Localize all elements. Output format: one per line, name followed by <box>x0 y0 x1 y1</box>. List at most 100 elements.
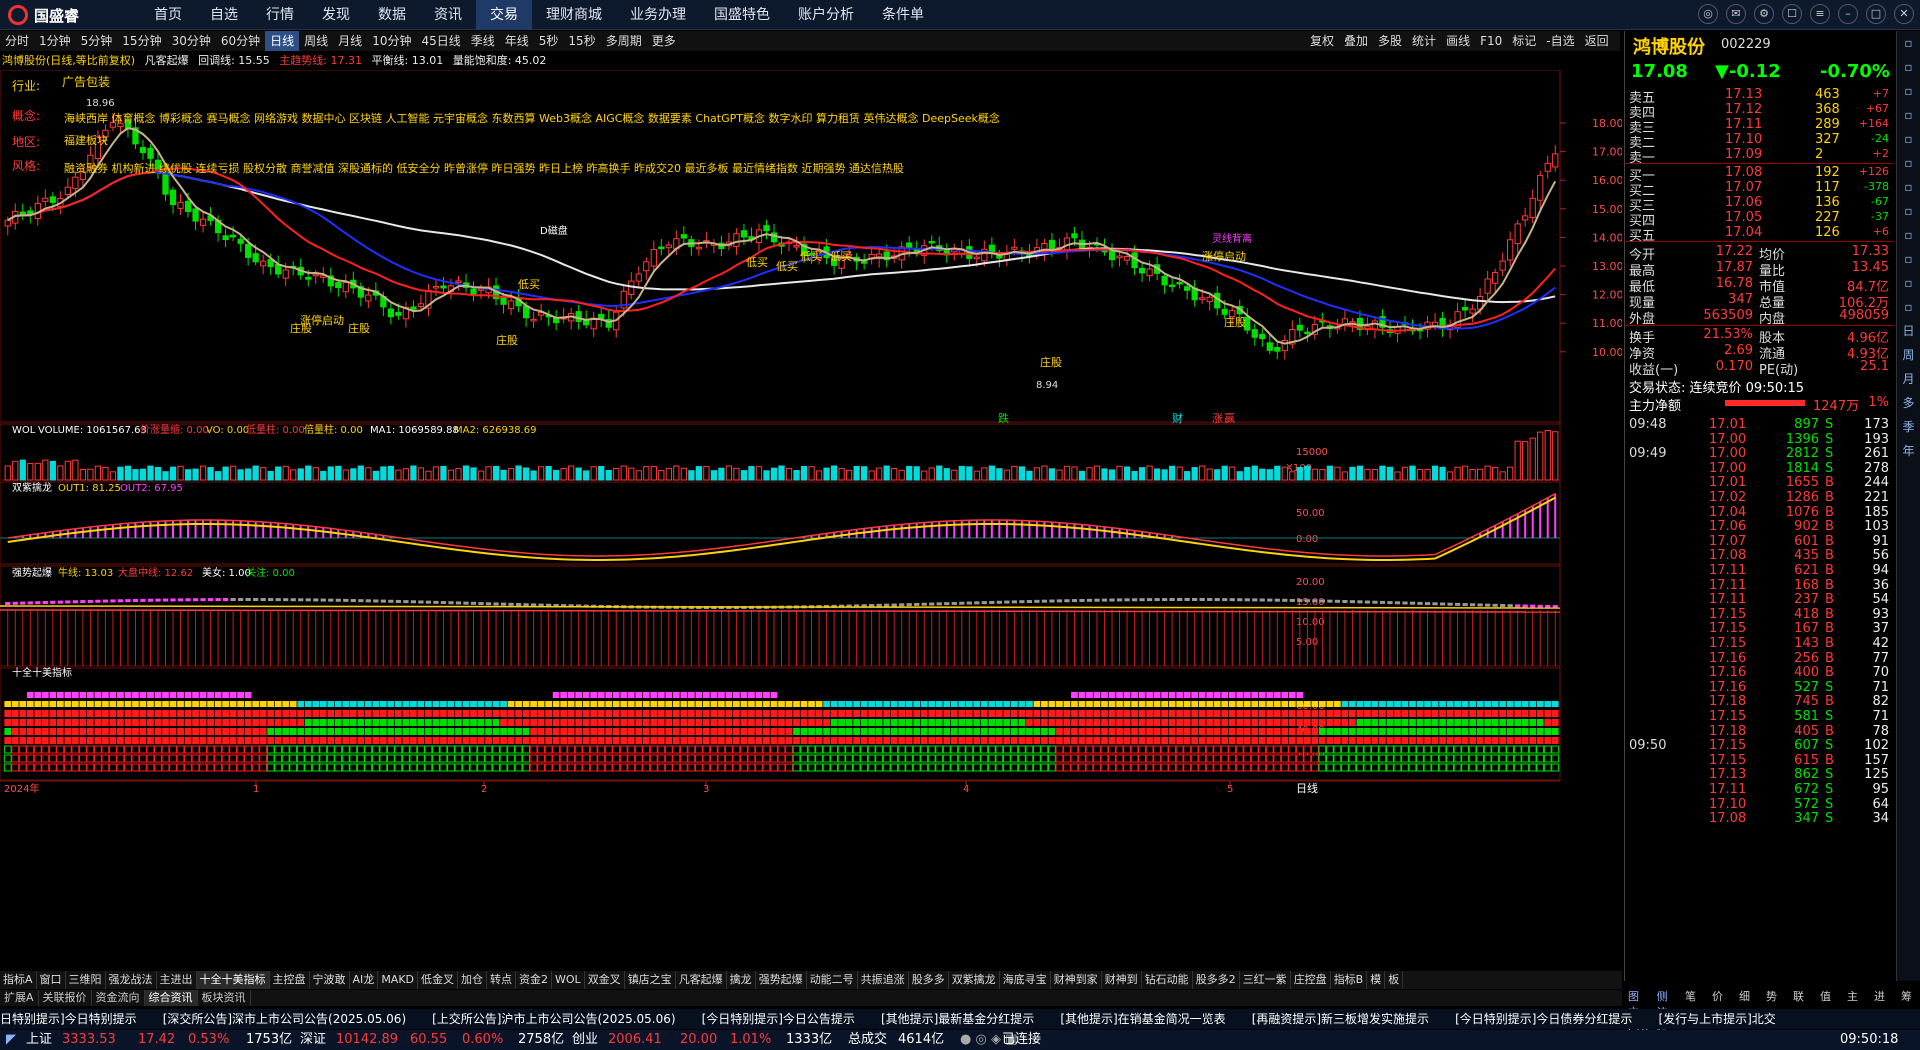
indicator-tab[interactable]: 海底寻宝 <box>1000 971 1051 989</box>
news-item[interactable]: [再融资提示]新三板增发实施提示 <box>1252 1012 1429 1026</box>
period-tab[interactable]: 5秒 <box>534 31 564 51</box>
news-item[interactable]: 日特别提示]今日特别提示 <box>0 1012 137 1026</box>
mail-icon[interactable]: ✉ <box>1726 4 1746 24</box>
period-shortcut[interactable]: 季 <box>1897 415 1920 439</box>
sidebar-tool-icon[interactable]: ▫ <box>1897 199 1920 223</box>
news-item[interactable]: [今日特别提示]今日债券分红提示 <box>1455 1012 1632 1026</box>
sidebar-tool-icon[interactable]: ▫ <box>1897 31 1920 55</box>
toolbar-item[interactable]: 标记 <box>1507 31 1541 51</box>
nav-item[interactable]: 数据 <box>364 0 420 30</box>
indicator-tab[interactable]: 三维阳 <box>66 971 106 989</box>
toolbar-item[interactable]: F10 <box>1475 31 1507 51</box>
info-tab[interactable]: 综合资讯 <box>144 990 198 1006</box>
indicator-tab[interactable]: 财神到 <box>1102 971 1142 989</box>
period-tab[interactable]: 30分钟 <box>167 31 216 51</box>
period-tab[interactable]: 年线 <box>500 31 534 51</box>
period-tab[interactable]: 15秒 <box>563 31 600 51</box>
indicator-tab[interactable]: 双紫擒龙 <box>949 971 1000 989</box>
period-shortcut[interactable]: 日 <box>1897 319 1920 343</box>
indicator-tab[interactable]: 十全十美指标 <box>196 971 270 989</box>
period-tab[interactable]: 5分钟 <box>76 31 118 51</box>
sidebar-tool-icon[interactable]: ▫ <box>1897 79 1920 103</box>
news-ticker[interactable]: 日特别提示]今日特别提示 [深交所公告]深市上市公司公告(2025.05.06) [… <box>0 1009 1920 1029</box>
indicator-tab[interactable]: 指标A <box>0 971 37 989</box>
nav-item[interactable]: 国盛特色 <box>700 0 784 30</box>
info-tab[interactable]: 资金流向 <box>92 990 145 1006</box>
indicator-tab[interactable]: 钻石动能 <box>1142 971 1193 989</box>
indicator-tab[interactable]: 动能二号 <box>807 971 858 989</box>
period-tab[interactable]: 60分钟 <box>216 31 265 51</box>
indicator-tab[interactable]: 庄控盘 <box>1291 971 1331 989</box>
sidebar-tool-icon[interactable]: ▫ <box>1897 295 1920 319</box>
expand-icon[interactable]: ◤ <box>6 1030 16 1050</box>
sidebar-tool-icon[interactable]: ▫ <box>1897 271 1920 295</box>
period-tab[interactable]: 分时 <box>0 31 34 51</box>
indicator-tab[interactable]: 镇店之宝 <box>625 971 676 989</box>
tick-tab[interactable]: 联 <box>1785 989 1812 1005</box>
toolbar-item[interactable]: 叠加 <box>1339 31 1373 51</box>
nav-item[interactable]: 条件单 <box>868 0 938 30</box>
info-tab[interactable]: 板块资讯 <box>198 990 251 1006</box>
indicator-tab[interactable]: 财神到家 <box>1051 971 1102 989</box>
indicator-tab[interactable]: 低金叉 <box>418 971 459 989</box>
period-tab[interactable]: 10分钟 <box>367 31 416 51</box>
tick-tab[interactable]: 笔 <box>1677 989 1704 1005</box>
indicator-tab[interactable]: 板 <box>1385 971 1404 989</box>
period-shortcut[interactable]: 周 <box>1897 343 1920 367</box>
indicator-tab[interactable]: 强龙战法 <box>106 971 157 989</box>
indicator-tab[interactable]: 股多多 <box>909 971 949 989</box>
message-icon[interactable]: ◎ <box>1698 4 1718 24</box>
toolbar-item[interactable]: 复权 <box>1305 31 1339 51</box>
indicator-tab[interactable]: 转点 <box>487 971 517 989</box>
news-item[interactable]: [深交所公告]深市上市公司公告(2025.05.06) <box>163 1012 406 1026</box>
news-item[interactable]: [其他提示]在销基金简况一览表 <box>1060 1012 1225 1026</box>
cy-index-label[interactable]: 创业 <box>572 1030 598 1050</box>
minimize-icon[interactable]: – <box>1838 4 1858 24</box>
nav-item[interactable]: 发现 <box>308 0 364 30</box>
period-shortcut[interactable]: 月 <box>1897 367 1920 391</box>
indicator-tab[interactable]: 资金2 <box>516 971 553 989</box>
period-tab[interactable]: 45日线 <box>416 31 465 51</box>
nav-item[interactable]: 账户分析 <box>784 0 868 30</box>
indicator-tab[interactable]: 股多多2 <box>1193 971 1240 989</box>
sidebar-tool-icon[interactable]: ▫ <box>1897 55 1920 79</box>
gear-icon[interactable]: ⚙ <box>1754 4 1774 24</box>
news-item[interactable]: [发行与上市提示]北交 <box>1658 1012 1775 1026</box>
tick-tab[interactable]: 细 <box>1731 989 1758 1005</box>
toolbar-item[interactable]: -自选 <box>1541 31 1579 51</box>
toolbar-item[interactable]: 多股 <box>1373 31 1407 51</box>
nav-item[interactable]: 业务办理 <box>616 0 700 30</box>
panel-link[interactable]: 图文F10 <box>1624 989 1653 1035</box>
maximize-icon[interactable]: □ <box>1866 4 1886 24</box>
period-shortcut[interactable]: 多 <box>1897 391 1920 415</box>
chart-area[interactable]: 18.00 17.00 16.00 15.00 14.00 13.00 12.00 11.00… <box>0 58 1624 960</box>
period-tab[interactable]: 更多 <box>647 31 681 51</box>
indicator-tab[interactable]: 模 <box>1367 971 1386 989</box>
tick-tab[interactable]: 主 <box>1839 989 1866 1005</box>
nav-item[interactable]: 行情 <box>252 0 308 30</box>
period-tab[interactable]: 月线 <box>333 31 367 51</box>
indicator-tab[interactable]: AI龙 <box>350 971 379 989</box>
sidebar-tool-icon[interactable]: ▫ <box>1897 103 1920 127</box>
indicator-tab[interactable]: 窗口 <box>37 971 66 989</box>
sidebar-tool-icon[interactable]: ▫ <box>1897 151 1920 175</box>
period-shortcut[interactable]: 年 <box>1897 439 1920 463</box>
tick-tab[interactable]: 价 <box>1704 989 1731 1005</box>
nav-item[interactable]: 理财商城 <box>532 0 616 30</box>
close-icon[interactable]: ✕ <box>1894 4 1914 24</box>
sidebar-tool-icon[interactable]: ▫ <box>1897 175 1920 199</box>
period-tab[interactable]: 1分钟 <box>34 31 76 51</box>
nav-item[interactable]: 首页 <box>140 0 196 30</box>
info-tab[interactable]: 关联报价 <box>39 990 92 1006</box>
info-tab[interactable]: 扩展A <box>0 990 39 1006</box>
tick-tab[interactable]: 筹 <box>1893 989 1920 1005</box>
period-tab[interactable]: 15分钟 <box>117 31 166 51</box>
indicator-tab[interactable]: 指标B <box>1331 971 1368 989</box>
news-item[interactable]: [上交所公告]沪市上市公司公告(2025.05.06) <box>432 1012 675 1026</box>
nav-item[interactable]: 自选 <box>196 0 252 30</box>
toolbar-item[interactable]: 画线 <box>1441 31 1475 51</box>
indicator-tab[interactable]: MAKD <box>378 971 419 989</box>
period-tab[interactable]: 日线 <box>265 31 300 51</box>
indicator-tab[interactable]: 双金叉 <box>585 971 625 989</box>
nav-item[interactable]: 资讯 <box>420 0 476 30</box>
